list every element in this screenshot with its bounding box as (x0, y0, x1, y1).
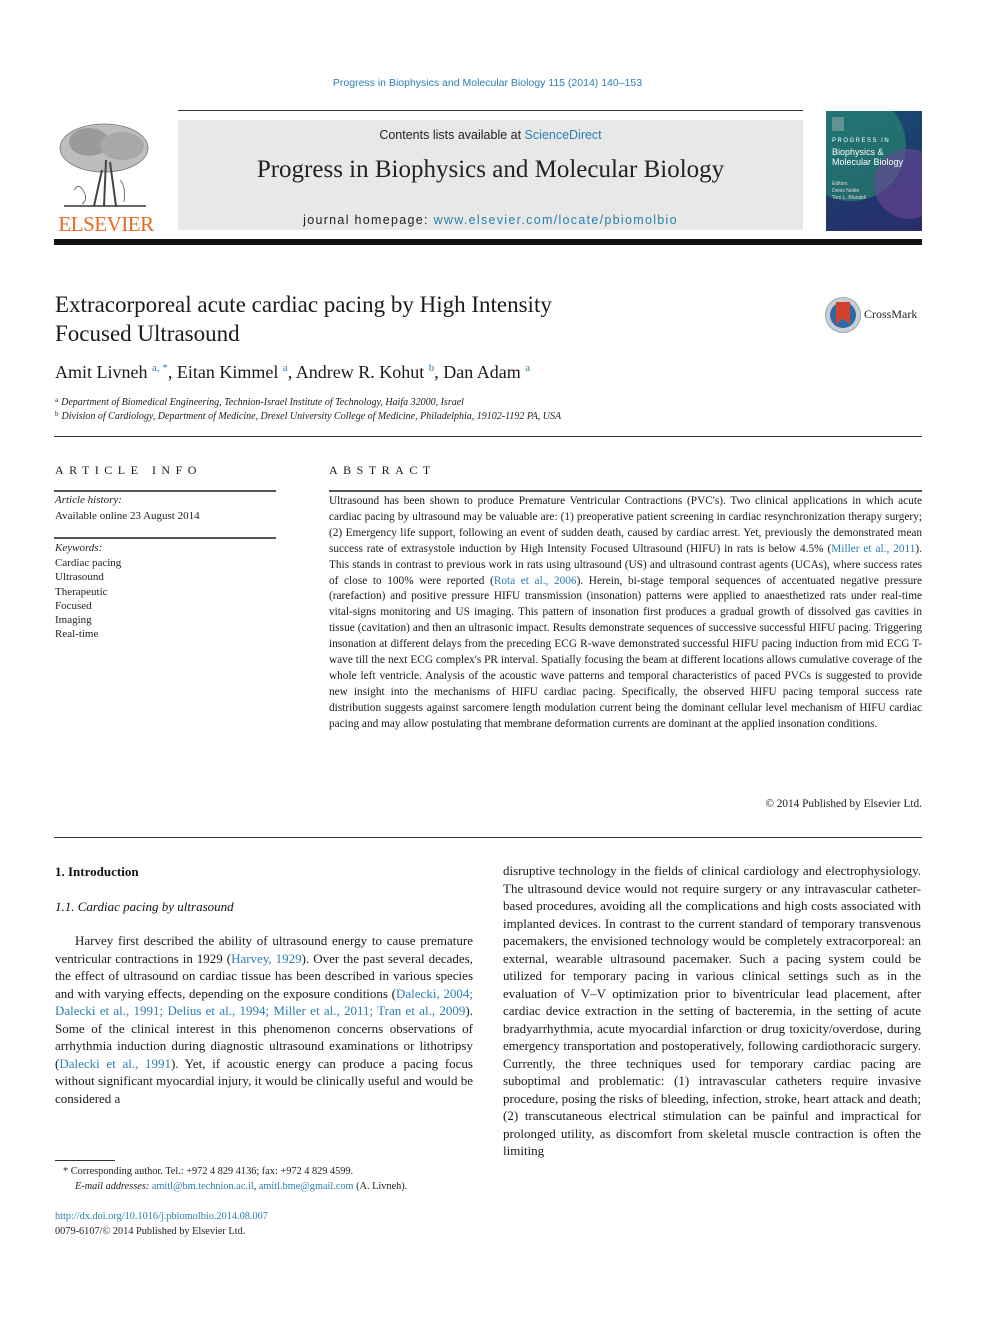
crossmark-label: CrossMark (864, 307, 918, 321)
homepage-link[interactable]: www.elsevier.com/locate/pbiomolbio (434, 213, 678, 227)
article-history-label: Article history: (55, 494, 122, 506)
keyword: Real-time (55, 628, 99, 641)
author-affiliation-mark[interactable]: a, * (152, 362, 168, 374)
homepage-prefix: journal homepage: (303, 213, 434, 227)
header-rule (178, 110, 803, 111)
cover-editor: Tom L. Blundell (832, 195, 867, 201)
keyword: Therapeutic (55, 585, 108, 598)
author-separator: , (434, 362, 444, 382)
author-name[interactable]: Dan Adam (443, 362, 520, 382)
author-separator: , (167, 362, 177, 382)
article-info-rule (54, 490, 276, 492)
cover-series-label: PROGRESS IN (832, 138, 891, 144)
reference-link[interactable]: Harvey, 1929 (231, 951, 302, 966)
abstract-rule (329, 490, 922, 492)
affiliation-mark: b (55, 410, 59, 418)
journal-title: Progress in Biophysics and Molecular Bio… (256, 156, 725, 183)
subsection-heading: 1.1. Cardiac pacing by ultrasound (55, 899, 234, 914)
cover-editors-label: Editors (832, 181, 848, 187)
email-suffix: (A. Livneh). (353, 1181, 408, 1192)
article-title-line: Focused Ultrasound (55, 321, 240, 346)
body-rule (54, 837, 922, 838)
reference-link[interactable]: Miller et al., 2011 (831, 543, 915, 555)
section-heading: 1. Introduction (55, 864, 139, 879)
keyword: Focused (55, 599, 92, 612)
affiliation: b Division of Cardiology, Department of M… (55, 410, 915, 422)
abstract-body: Ultrasound has been shown to produce Pre… (329, 494, 922, 733)
author-affiliation-mark[interactable]: a (525, 362, 530, 374)
author-name[interactable]: Amit Livneh (55, 362, 148, 382)
journal-citation-link[interactable]: Progress in Biophysics and Molecular Bio… (0, 77, 975, 89)
author-separator: , (287, 362, 296, 382)
section-rule (54, 436, 922, 437)
keywords-label: Keywords: (55, 542, 103, 554)
article-history-value: Available online 23 August 2014 (55, 510, 200, 522)
email-link[interactable]: amitl.bme@gmail.com (259, 1181, 354, 1192)
abstract-text: ). Herein, bi-stage temporal sequences o… (329, 574, 923, 730)
journal-cover[interactable]: PROGRESS IN Biophysics & Molecular Biolo… (826, 111, 922, 231)
crossmark-icon (825, 297, 861, 333)
article-title: Extracorporeal acute cardiac pacing by H… (55, 290, 695, 348)
cover-editors: Editors Denis Noble Tom L. Blundell (832, 181, 920, 202)
corresponding-author-note: * Corresponding author. Tel.: +972 4 829… (63, 1166, 354, 1177)
email-link[interactable]: amitl@bm.technion.ac.il (152, 1181, 254, 1192)
email-note: E-mail addresses: amitl@bm.technion.ac.i… (55, 1181, 505, 1192)
contents-line: Contents lists available at ScienceDirec… (178, 128, 803, 142)
journal-header-box: Contents lists available at ScienceDirec… (178, 120, 803, 230)
cover-emblem-icon (832, 117, 844, 131)
keyword: Cardiac pacing (55, 557, 122, 569)
reference-link[interactable]: Rota et al., 2006 (494, 575, 577, 587)
keyword: Imaging (55, 614, 92, 627)
abstract-heading: ABSTRACT (329, 463, 436, 477)
affiliation-text: Department of Biomedical Engineering, Te… (61, 397, 464, 408)
article-title-line: Extracorporeal acute cardiac pacing by H… (55, 292, 552, 317)
elsevier-tree-icon (54, 120, 154, 212)
keywords-rule (54, 537, 276, 539)
footnote-rule (55, 1160, 115, 1161)
crossmark-button[interactable]: CrossMark (825, 296, 925, 336)
header-thick-rule (54, 239, 922, 245)
homepage-line: journal homepage: www.elsevier.com/locat… (178, 213, 803, 227)
elsevier-wordmark: ELSEVIER (58, 212, 154, 236)
article-info-heading: ARTICLE INFO (55, 463, 202, 477)
affiliation-text: Division of Cardiology, Department of Me… (61, 411, 562, 422)
author-list: Amit Livneh a, *, Eitan Kimmel a, Andrew… (55, 362, 855, 383)
issn-copyright: 0079-6107/© 2014 Published by Elsevier L… (55, 1226, 246, 1237)
keyword: Ultrasound (55, 571, 104, 584)
keyword-list: Cardiac pacing Ultrasound Therapeutic Fo… (55, 556, 121, 642)
email-label: E-mail addresses: (75, 1181, 152, 1192)
author-name[interactable]: Andrew R. Kohut (296, 362, 425, 382)
body-column-left: Harvey first described the ability of ul… (55, 932, 473, 1107)
author-name[interactable]: Eitan Kimmel (177, 362, 278, 382)
contents-prefix: Contents lists available at (379, 128, 525, 142)
doi-link[interactable]: http://dx.doi.org/10.1016/j.pbiomolbio.2… (55, 1211, 268, 1222)
cover-title: Biophysics & Molecular Biology (832, 147, 904, 167)
elsevier-logo[interactable]: ELSEVIER (52, 118, 160, 236)
affiliation: a Department of Biomedical Engineering, T… (55, 396, 915, 408)
affiliation-mark: a (55, 396, 59, 404)
body-column-right: disruptive technology in the fields of c… (503, 863, 921, 1158)
sciencedirect-link[interactable]: ScienceDirect (525, 128, 602, 142)
abstract-copyright: © 2014 Published by Elsevier Ltd. (765, 798, 922, 810)
reference-link[interactable]: Dalecki et al., 1991 (59, 1056, 171, 1071)
cover-editor: Denis Noble (832, 188, 860, 194)
